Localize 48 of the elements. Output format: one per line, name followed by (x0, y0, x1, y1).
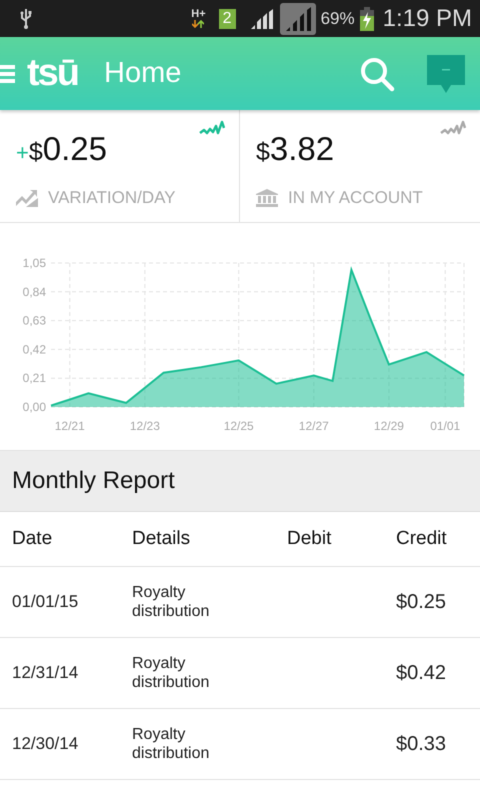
stat-label: IN MY ACCOUNT (288, 188, 423, 208)
messages-button[interactable] (427, 54, 465, 92)
column-header: Credit (396, 528, 448, 550)
y-tick-label: 0,21 (22, 371, 46, 386)
section-title: Monthly Report (12, 467, 175, 495)
x-tick-label: 12/27 (298, 419, 329, 433)
date-cell-text: 01/01/15 (12, 592, 80, 612)
stat-label: VARIATION/DAY (48, 188, 176, 208)
usb-icon (19, 8, 33, 30)
column-header: Debit (287, 528, 332, 550)
x-tick-label: 12/21 (54, 419, 85, 433)
x-tick-label: 12/29 (374, 419, 404, 433)
y-tick-label: 0,00 (22, 400, 46, 414)
data-arrows-icon (192, 20, 204, 28)
menu-button[interactable]: tsū (0, 52, 78, 95)
credit-cell-text: $0.42 (396, 662, 448, 684)
battery-charging-icon (360, 6, 374, 30)
credit-cell-text: $0.33 (396, 732, 448, 756)
details-cell-text: Royalty distribution (132, 654, 210, 692)
details-cell-text: Royalty distribution (132, 583, 210, 621)
y-tick-label: 0,84 (22, 284, 46, 299)
growth-chart-icon (16, 189, 38, 207)
screen-title: Home (104, 57, 182, 90)
search-icon (359, 56, 395, 92)
credit-cell-text: $0.25 (396, 590, 448, 614)
date-cell-text: 12/31/14 (12, 663, 80, 683)
y-tick-label: 1,05 (22, 256, 46, 270)
status-time: 1:19 PM (382, 4, 472, 32)
chat-bubble-icon (427, 54, 465, 92)
x-tick-label: 12/25 (224, 419, 254, 433)
stat-value: +$0.25 (16, 130, 107, 168)
date-cell-text: 12/30/14 (12, 734, 80, 754)
x-tick-label: 01/01 (430, 419, 460, 433)
signal-icon (250, 8, 275, 28)
stat-value: $3.82 (256, 130, 334, 168)
y-tick-label: 0,42 (22, 342, 46, 356)
column-header: Details (132, 528, 192, 550)
y-tick-label: 0,63 (22, 314, 46, 328)
details-cell-text: Royalty distribution (132, 725, 210, 763)
bank-icon (256, 189, 278, 207)
x-tick-label: 12/23 (130, 419, 160, 433)
network-type: H+ (191, 9, 206, 20)
search-button[interactable] (359, 56, 395, 92)
sim-badge: 2 (218, 8, 236, 28)
battery-percent: 69% (320, 8, 355, 28)
signal-icon (280, 2, 316, 34)
column-header: Date (12, 528, 54, 550)
menu-icon (0, 62, 15, 84)
